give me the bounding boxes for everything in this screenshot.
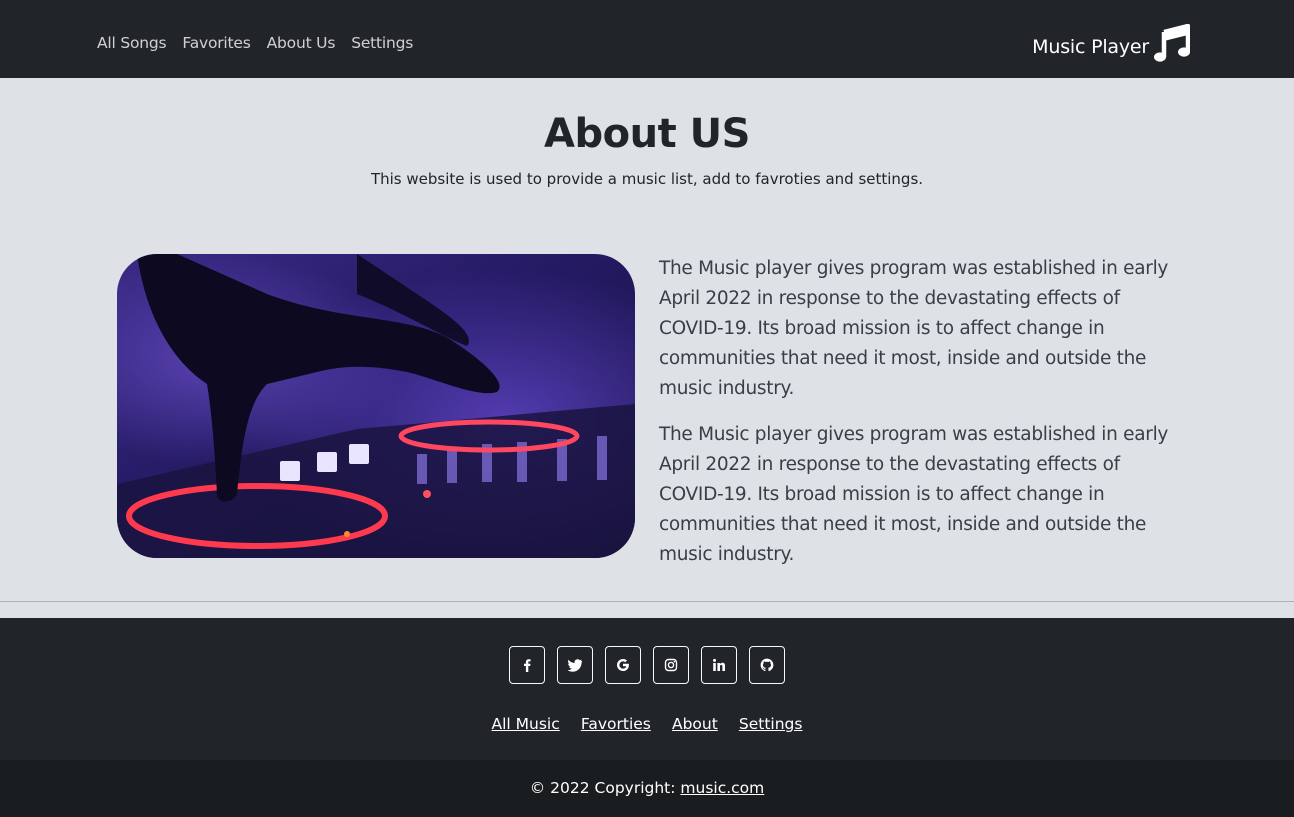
github-button[interactable] — [749, 646, 785, 684]
brand-name: Music Player — [1032, 36, 1149, 58]
nav-link-all-songs[interactable]: All Songs — [97, 34, 167, 52]
about-text: The Music player gives program was estab… — [659, 254, 1169, 586]
footer: All Music Favorties About Settings — [0, 618, 1294, 760]
linkedin-button[interactable] — [701, 646, 737, 684]
about-paragraph: The Music player gives program was estab… — [659, 258, 1169, 399]
footer-link-all-music[interactable]: All Music — [492, 715, 560, 733]
brand[interactable]: Music Player — [1032, 24, 1190, 62]
instagram-icon — [664, 658, 678, 672]
nav-link-settings[interactable]: Settings — [351, 34, 413, 52]
copyright-text: © 2022 Copyright: — [529, 779, 681, 797]
nav-links: All Songs Favorites About Us Settings — [97, 34, 429, 52]
facebook-button[interactable] — [509, 646, 545, 684]
footer-links: All Music Favorties About Settings — [0, 714, 1294, 733]
github-icon — [760, 658, 774, 672]
footer-link-about[interactable]: About — [672, 715, 718, 733]
twitter-icon — [568, 659, 582, 672]
divider — [0, 601, 1294, 602]
footer-link-favorites[interactable]: Favorties — [581, 715, 651, 733]
navbar: All Songs Favorites About Us Settings Mu… — [0, 0, 1294, 78]
facebook-icon — [524, 659, 531, 672]
copyright-link[interactable]: music.com — [680, 779, 764, 797]
google-icon — [617, 659, 629, 671]
page-subtitle: This website is used to provide a music … — [370, 170, 924, 188]
nav-link-favorites[interactable]: Favorites — [182, 34, 250, 52]
social-links — [0, 646, 1294, 684]
about-content: The Music player gives program was estab… — [117, 254, 1177, 584]
twitter-button[interactable] — [557, 646, 593, 684]
google-button[interactable] — [605, 646, 641, 684]
about-paragraph: The Music player gives program was estab… — [659, 424, 1169, 565]
instagram-button[interactable] — [653, 646, 689, 684]
music-note-icon — [1154, 24, 1190, 62]
dj-mixer-image — [117, 254, 635, 558]
linkedin-icon — [713, 658, 725, 671]
page-title: About US — [544, 111, 750, 157]
footer-link-settings[interactable]: Settings — [739, 715, 803, 733]
about-header: About US This website is used to provide… — [0, 78, 1294, 188]
nav-link-about-us[interactable]: About Us — [267, 34, 336, 52]
copyright-bar: © 2022 Copyright: music.com — [0, 760, 1294, 817]
